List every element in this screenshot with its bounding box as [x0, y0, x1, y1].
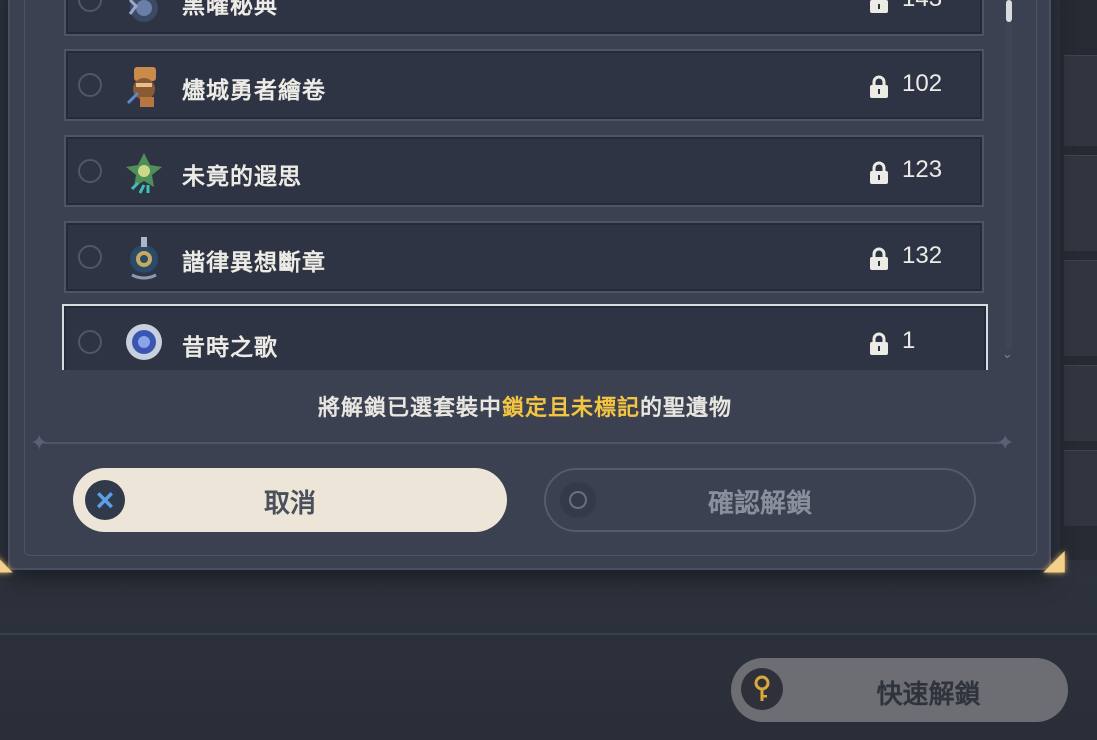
confirm-unlock-button[interactable]: 確認解鎖: [544, 468, 976, 532]
set-name: 未竟的遐思: [182, 163, 302, 189]
list-scrollbar[interactable]: [1006, 0, 1012, 350]
corner-ornament-icon: ◣: [0, 544, 13, 575]
set-name: 黑曜秘典: [182, 0, 278, 18]
key-icon: [741, 668, 783, 710]
background-side-panel: [1060, 0, 1097, 560]
notice-highlight: 鎖定且未標記: [501, 395, 640, 420]
confirm-label: 確認解鎖: [707, 488, 812, 518]
background-slot: [1064, 450, 1097, 526]
artifact-set-icon: [126, 67, 156, 107]
divider-ornament-icon: ✦: [30, 430, 49, 455]
set-name: 昔時之歌: [182, 334, 278, 360]
divider: [44, 442, 1006, 444]
select-radio[interactable]: [78, 73, 102, 97]
background-slot: [1064, 55, 1097, 146]
notice-text: 的聖遺物: [640, 395, 733, 420]
quick-unlock-label: 快速解鎖: [876, 679, 981, 709]
quick-unlock-button[interactable]: 快速解鎖: [731, 658, 1068, 722]
select-radio[interactable]: [78, 330, 102, 354]
artifact-set-icon: [128, 0, 158, 22]
select-radio[interactable]: [78, 245, 102, 269]
locked-count: 132: [902, 242, 943, 269]
locked-count: 1: [902, 327, 916, 354]
list-item[interactable]: 未竟的遐思 123: [64, 135, 984, 207]
notice-text: 將解鎖已選套裝中: [317, 395, 502, 420]
cancel-button[interactable]: × 取消: [73, 468, 507, 532]
locked-count: 123: [902, 156, 943, 183]
scrollbar-thumb[interactable]: [1006, 0, 1012, 22]
select-radio[interactable]: [78, 0, 102, 12]
set-name: 諧律異想斷章: [182, 249, 326, 275]
locked-count: 102: [902, 70, 943, 97]
list-item[interactable]: 諧律異想斷章 132: [64, 221, 984, 293]
lock-icon: [870, 161, 888, 184]
locked-count: 143: [902, 0, 942, 13]
artifact-set-list[interactable]: 黑曜秘典 143 燼城勇者繪卷 102 未竟: [62, 0, 988, 370]
lock-icon: [870, 75, 888, 98]
background-slot: [1064, 155, 1097, 251]
list-item[interactable]: 昔時之歌 1: [62, 304, 988, 370]
artifact-set-icon: [130, 237, 158, 280]
list-item[interactable]: 黑曜秘典 143: [64, 0, 984, 36]
background-slot: [1064, 260, 1097, 356]
background-slot: [1064, 365, 1097, 441]
cancel-label: 取消: [263, 488, 316, 518]
chevron-down-icon[interactable]: ⌄: [1002, 346, 1013, 362]
set-name: 燼城勇者繪卷: [182, 77, 326, 103]
artifact-set-icon: [126, 324, 162, 360]
background-divider: [0, 633, 1097, 635]
corner-ornament-icon: ◢: [1043, 544, 1065, 575]
select-radio[interactable]: [78, 159, 102, 183]
lock-icon: [870, 0, 888, 13]
unlock-notice: 將解鎖已選套裝中鎖定且未標記的聖遺物: [0, 390, 1050, 422]
divider-ornament-icon: ✦: [996, 430, 1015, 455]
lock-icon: [870, 247, 888, 270]
artifact-set-icon: [126, 153, 162, 194]
lock-icon: [870, 332, 888, 355]
list-item[interactable]: 燼城勇者繪卷 102: [64, 49, 984, 121]
